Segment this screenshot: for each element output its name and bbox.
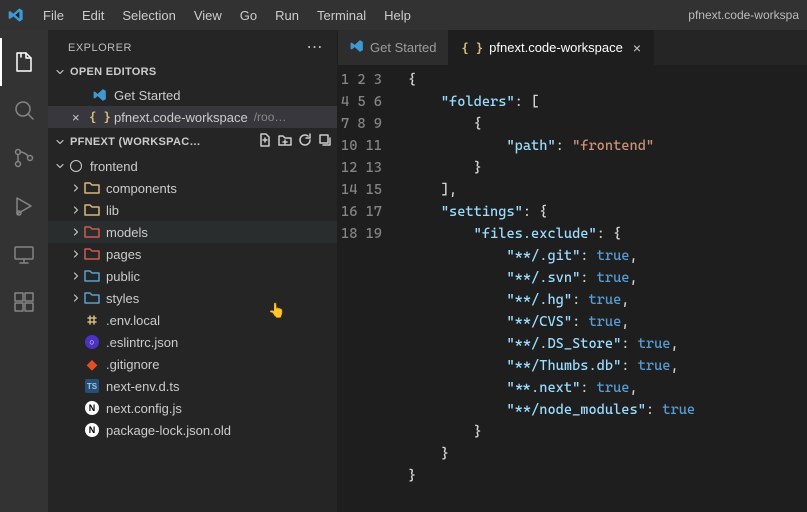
chevron-right-icon [68, 177, 84, 199]
new-folder-icon[interactable] [277, 132, 293, 151]
menu-file[interactable]: File [34, 8, 73, 23]
menu-edit[interactable]: Edit [73, 8, 113, 23]
tree-label: .gitignore [106, 357, 159, 372]
explorer-sidebar: EXPLORER ⋯ OPEN EDITORS Get Started × { … [48, 30, 338, 512]
tree-file[interactable]: Npackage-lock.json.old [48, 419, 337, 441]
folder-icon [84, 290, 100, 306]
tree-label: next.config.js [106, 401, 182, 416]
chevron-right-icon [68, 287, 84, 309]
open-editors-label: OPEN EDITORS [70, 66, 157, 78]
activity-explorer[interactable] [0, 38, 48, 86]
tree-label: styles [106, 291, 139, 306]
folder-icon [84, 246, 100, 262]
title-bar: FileEditSelectionViewGoRunTerminalHelp p… [0, 0, 807, 30]
tree-root-label: frontend [90, 159, 138, 174]
vscode-icon [350, 39, 364, 56]
tree-label: public [106, 269, 140, 284]
sidebar-title: EXPLORER [68, 42, 132, 54]
open-editor-label: pfnext.code-workspace [114, 110, 248, 125]
tab-label: Get Started [370, 40, 436, 55]
refresh-icon[interactable] [297, 132, 313, 151]
chevron-right-icon [68, 221, 84, 243]
window-title: pfnext.code-workspa [688, 8, 799, 22]
tree-label: models [106, 225, 148, 240]
tree-file[interactable]: TS next-env.d.ts [48, 375, 337, 397]
tree-label: next-env.d.ts [106, 379, 179, 394]
folder-icon [84, 268, 100, 284]
code-content[interactable]: { "folders": [ { "path": "frontend" } ],… [398, 65, 807, 512]
menu-run[interactable]: Run [266, 8, 308, 23]
open-editor-label: Get Started [114, 88, 180, 103]
tab-get-started[interactable]: Get Started [338, 30, 449, 65]
env-icon [84, 312, 100, 328]
sidebar-more-icon[interactable]: ⋯ [307, 40, 324, 56]
tree-label: package-lock.json.old [106, 423, 231, 438]
tree-file[interactable]: ○ .eslintrc.json [48, 331, 337, 353]
open-editors-section[interactable]: OPEN EDITORS [48, 60, 337, 84]
tree-folder[interactable]: components [48, 177, 337, 199]
activity-bar [0, 30, 48, 512]
editor-tabs: Get Started { } pfnext.code-workspace × [338, 30, 807, 65]
open-editor-meta: /roo… [254, 110, 287, 124]
chevron-down-icon [52, 134, 68, 150]
activity-remote[interactable] [0, 230, 48, 278]
ts-icon: TS [84, 378, 100, 394]
tree-label: pages [106, 247, 141, 262]
nextjs-icon: N [84, 400, 100, 416]
close-icon[interactable]: × [72, 110, 88, 125]
menu-help[interactable]: Help [375, 8, 420, 23]
menu-view[interactable]: View [185, 8, 231, 23]
vscode-logo-icon [8, 7, 24, 23]
close-icon[interactable]: × [633, 40, 641, 56]
tree-folder[interactable]: lib [48, 199, 337, 221]
chevron-down-icon [52, 64, 68, 80]
open-editor-item[interactable]: Get Started [48, 84, 337, 106]
editor-body[interactable]: 1 2 3 4 5 6 7 8 9 10 11 12 13 14 15 16 1… [338, 65, 807, 512]
activity-source-control[interactable] [0, 134, 48, 182]
vscode-icon [92, 87, 108, 103]
tree-label: .eslintrc.json [106, 335, 178, 350]
tree-folder[interactable]: public [48, 265, 337, 287]
activity-extensions[interactable] [0, 278, 48, 326]
git-icon: ◆ [84, 356, 100, 372]
menu-selection[interactable]: Selection [113, 8, 184, 23]
braces-icon: { } [92, 109, 108, 125]
tree-label: .env.local [106, 313, 160, 328]
collapse-all-icon[interactable] [317, 132, 333, 151]
tree-root[interactable]: frontend [48, 155, 337, 177]
tree-file[interactable]: .env.local [48, 309, 337, 331]
menu-terminal[interactable]: Terminal [308, 8, 375, 23]
new-file-icon[interactable] [257, 132, 273, 151]
menu-go[interactable]: Go [231, 8, 266, 23]
tree-folder[interactable]: styles [48, 287, 337, 309]
circle-icon [68, 158, 84, 174]
tree-label: components [106, 181, 177, 196]
line-numbers: 1 2 3 4 5 6 7 8 9 10 11 12 13 14 15 16 1… [338, 65, 398, 512]
chevron-right-icon [68, 199, 84, 221]
activity-search[interactable] [0, 86, 48, 134]
chevron-right-icon [68, 265, 84, 287]
open-editor-item[interactable]: × { } pfnext.code-workspace /roo… [48, 106, 337, 128]
folder-icon [84, 180, 100, 196]
nextjs-icon: N [84, 422, 100, 438]
eslint-icon: ○ [84, 334, 100, 350]
folder-icon [84, 224, 100, 240]
chevron-down-icon [52, 155, 68, 177]
tab-label: pfnext.code-workspace [489, 40, 623, 55]
folder-icon [84, 202, 100, 218]
chevron-right-icon [68, 243, 84, 265]
tree-file[interactable]: Nnext.config.js [48, 397, 337, 419]
braces-icon: { } [461, 41, 483, 55]
workspace-label: PFNEXT (WORKSPAC… [70, 136, 201, 148]
activity-run[interactable] [0, 182, 48, 230]
tab-workspace[interactable]: { } pfnext.code-workspace × [449, 30, 654, 65]
tree-folder[interactable]: pages [48, 243, 337, 265]
tree-folder[interactable]: models [48, 221, 337, 243]
workspace-section[interactable]: PFNEXT (WORKSPAC… [48, 128, 337, 155]
tree-label: lib [106, 203, 119, 218]
editor-area: Get Started { } pfnext.code-workspace × … [338, 30, 807, 512]
tree-file[interactable]: ◆ .gitignore [48, 353, 337, 375]
